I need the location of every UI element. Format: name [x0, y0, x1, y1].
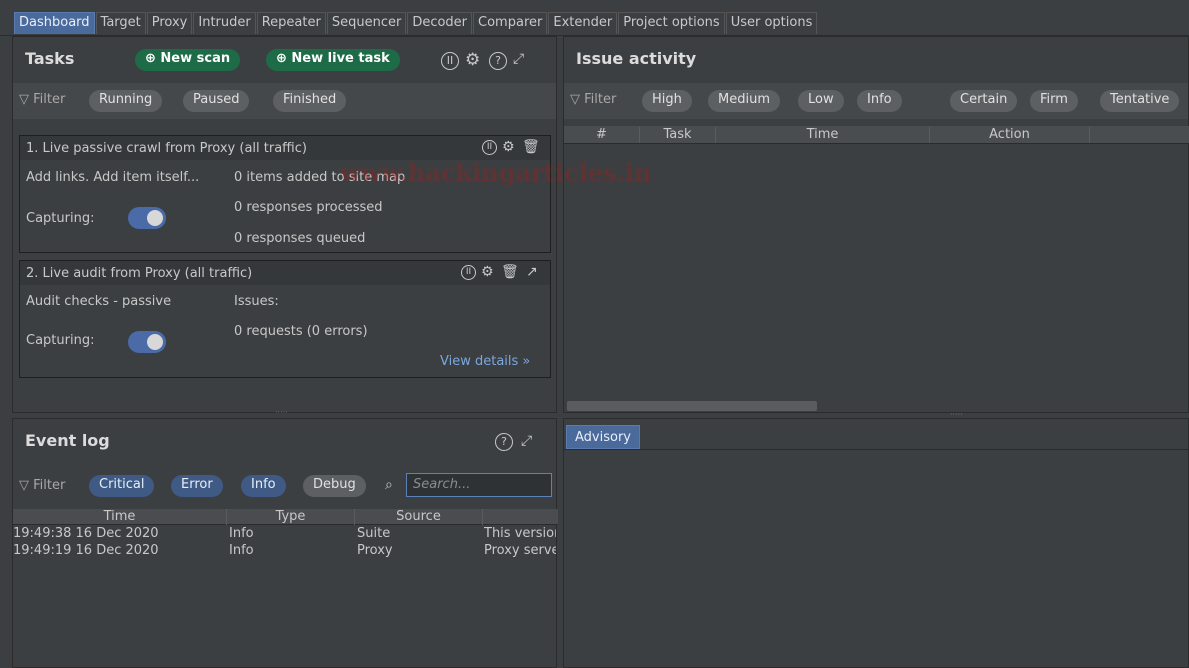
task-1-stat-queued: 0 responses queued [234, 231, 366, 246]
tasks-filter-bar: ▽ Filter Running Paused Finished [13, 83, 556, 119]
filter-critical[interactable]: Critical [89, 475, 155, 497]
trash-icon[interactable]: 🗑 [522, 139, 540, 155]
pause-icon[interactable]: II [482, 140, 497, 155]
filter-certain[interactable]: Certain [950, 90, 1018, 112]
tab-dashboard[interactable]: Dashboard [14, 12, 95, 34]
filter-error[interactable]: Error [171, 475, 223, 497]
external-link-icon[interactable]: ↗ [526, 264, 538, 280]
expand-icon[interactable]: ⤢ [513, 51, 524, 67]
task-card-1[interactable]: 1. Live passive crawl from Proxy (all tr… [19, 135, 551, 253]
task-1-header: 1. Live passive crawl from Proxy (all tr… [20, 136, 550, 160]
column-header-type[interactable]: Type [227, 509, 355, 525]
tab-target[interactable]: Target [95, 12, 146, 34]
filter-icon[interactable]: ▽ Filter [19, 478, 65, 493]
trash-icon[interactable]: 🗑 [501, 264, 519, 280]
column-header-time[interactable]: Time [716, 127, 930, 143]
column-header-source[interactable]: Source [355, 509, 483, 525]
event-log-table-header: Time Type Source [13, 509, 558, 525]
filter-finished[interactable]: Finished [273, 90, 347, 112]
task-2-title: 2. Live audit from Proxy (all traffic) [26, 266, 253, 281]
tab-project-options[interactable]: Project options [618, 12, 725, 34]
tab-decoder[interactable]: Decoder [407, 12, 473, 34]
task-2-description: Audit checks - passive [26, 294, 172, 309]
task-1-stat-processed: 0 responses processed [234, 200, 383, 215]
task-1-capturing-label: Capturing: [26, 211, 95, 226]
tab-proxy[interactable]: Proxy [146, 12, 193, 34]
tasks-panel: Tasks ⊕ New scan ⊕ New live task II ⚙ ? … [12, 36, 557, 417]
task-2-capturing-toggle[interactable] [128, 331, 166, 353]
column-header-task[interactable]: Task [640, 127, 716, 143]
filter-icon[interactable]: ▽ Filter [570, 92, 616, 107]
filter-running[interactable]: Running [89, 90, 163, 112]
column-header-action[interactable]: Action [930, 127, 1090, 143]
issues-table-header: # Task Time Action [564, 126, 1189, 144]
event-log-filter-bar: ▽ Filter Critical Error Info Debug ⌕ Sea… [13, 469, 556, 505]
tab-user-options[interactable]: User options [725, 12, 818, 34]
event-log-panel: Event log ? ⤢ ▽ Filter Critical Error In… [12, 418, 558, 668]
gear-icon[interactable]: ⚙ [465, 52, 480, 69]
help-icon[interactable]: ? [495, 433, 513, 451]
filter-debug[interactable]: Debug [303, 475, 366, 497]
plus-circle-icon: ⊕ [276, 51, 292, 66]
issues-title: Issue activity [576, 49, 697, 68]
issue-activity-panel: Issue activity ▽ Filter High Medium Low … [563, 36, 1189, 419]
column-header-time[interactable]: Time [13, 509, 227, 525]
view-details-link[interactable]: View details » [440, 354, 530, 369]
column-header-number[interactable]: # [564, 127, 640, 143]
new-live-task-button[interactable]: ⊕ New live task [266, 49, 400, 71]
issues-horizontal-scrollbar[interactable] [567, 401, 817, 411]
filter-info[interactable]: Info [241, 475, 286, 497]
table-row[interactable]: 19:49:19 16 Dec 2020 Info Proxy Proxy se… [13, 543, 558, 560]
filter-firm[interactable]: Firm [1030, 90, 1078, 112]
issues-filter-bar: ▽ Filter High Medium Low Info Certain Fi… [564, 83, 1188, 119]
tab-comparer[interactable]: Comparer [473, 12, 548, 34]
gear-icon[interactable]: ⚙ [481, 264, 494, 280]
tab-advisory[interactable]: Advisory [566, 425, 640, 449]
task-2-issues-label: Issues: [234, 294, 279, 309]
filter-high[interactable]: High [642, 90, 692, 112]
advisory-panel: Advisory [563, 418, 1189, 668]
advisory-divider [564, 449, 1189, 450]
filter-info[interactable]: Info [857, 90, 902, 112]
tasks-title: Tasks [25, 49, 75, 68]
task-2-capturing-label: Capturing: [26, 333, 95, 348]
filter-icon[interactable]: ▽ Filter [19, 92, 65, 107]
search-icon: ⌕ [385, 477, 393, 493]
task-1-description: Add links. Add item itself... [26, 170, 200, 185]
plus-circle-icon: ⊕ [145, 51, 161, 66]
task-2-requests: 0 requests (0 errors) [234, 324, 368, 339]
filter-tentative[interactable]: Tentative [1100, 90, 1180, 112]
event-log-title: Event log [25, 431, 110, 450]
filter-paused[interactable]: Paused [183, 90, 250, 112]
new-scan-button[interactable]: ⊕ New scan [135, 49, 241, 71]
tasks-header: Tasks ⊕ New scan ⊕ New live task II ⚙ ? … [13, 37, 556, 81]
task-card-2[interactable]: 2. Live audit from Proxy (all traffic) I… [19, 260, 551, 378]
main-tabs: Dashboard Target Proxy Intruder Repeater… [14, 12, 818, 34]
tab-sequencer[interactable]: Sequencer [326, 12, 407, 34]
filter-medium[interactable]: Medium [708, 90, 780, 112]
tab-extender[interactable]: Extender [548, 12, 618, 34]
task-1-capturing-toggle[interactable] [128, 207, 166, 229]
pause-icon[interactable]: II [441, 52, 459, 70]
pause-icon[interactable]: II [461, 265, 476, 280]
event-log-search-input[interactable]: Search... [406, 473, 552, 497]
task-2-header: 2. Live audit from Proxy (all traffic) I… [20, 261, 550, 285]
event-log-header: Event log ? ⤢ [13, 419, 556, 463]
task-1-title: 1. Live passive crawl from Proxy (all tr… [26, 141, 307, 156]
filter-low[interactable]: Low [798, 90, 844, 112]
tab-repeater[interactable]: Repeater [256, 12, 326, 34]
table-row[interactable]: 19:49:38 16 Dec 2020 Info Suite This ver… [13, 526, 558, 543]
main-tab-bar: Dashboard Target Proxy Intruder Repeater… [0, 0, 1189, 36]
help-icon[interactable]: ? [489, 52, 507, 70]
expand-icon[interactable]: ⤢ [521, 433, 532, 449]
issues-header: Issue activity [564, 37, 1188, 81]
watermark: www.hackingarticles.in [340, 158, 652, 187]
gear-icon[interactable]: ⚙ [502, 139, 515, 155]
tab-intruder[interactable]: Intruder [193, 12, 256, 34]
